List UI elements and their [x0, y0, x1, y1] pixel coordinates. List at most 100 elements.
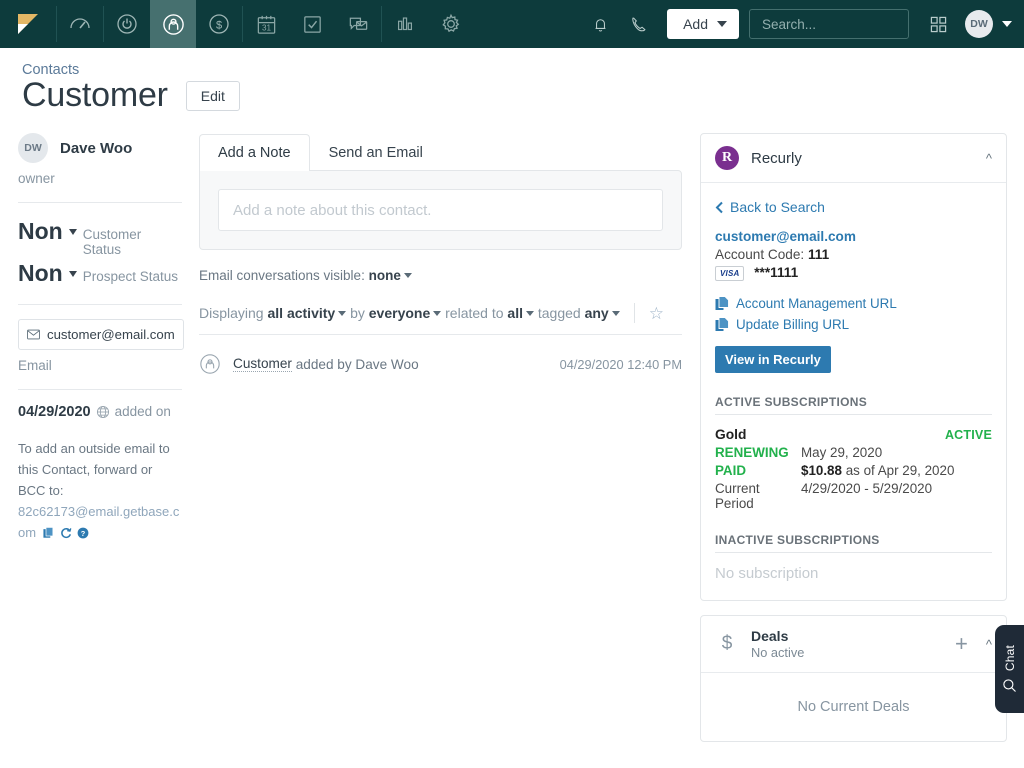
- chevron-down-icon[interactable]: [526, 311, 534, 316]
- recurly-card-header: R Recurly ^: [701, 134, 1006, 183]
- note-tabs: Add a Note Send an Email: [199, 133, 682, 170]
- renewing-label: RENEWING: [715, 445, 801, 460]
- global-search[interactable]: [749, 9, 909, 39]
- copy-document-icon: [715, 317, 729, 332]
- note-input[interactable]: Add a note about this contact.: [218, 189, 663, 231]
- paid-label: PAID: [715, 463, 801, 478]
- chevron-up-icon[interactable]: ^: [986, 638, 992, 651]
- divider: [18, 202, 182, 203]
- chevron-down-icon[interactable]: [69, 271, 77, 277]
- deals-card: $ Deals No active + ^ No Current Deals: [700, 615, 1007, 742]
- chat-search-icon: [1002, 678, 1017, 693]
- phone-icon[interactable]: [619, 0, 657, 48]
- tab-send-an-email[interactable]: Send an Email: [310, 134, 442, 171]
- leads-icon[interactable]: [104, 0, 150, 48]
- avatar[interactable]: DW: [965, 10, 993, 38]
- filter-tagged-label: tagged: [538, 305, 581, 321]
- nav-icon-group: $ 31: [0, 0, 474, 48]
- add-deal-plus-icon[interactable]: +: [955, 633, 968, 655]
- tasks-check-icon[interactable]: [289, 0, 335, 48]
- filter-displaying-label: Displaying: [199, 305, 264, 321]
- copy-icon[interactable]: [43, 527, 55, 539]
- filter-by-value[interactable]: everyone: [369, 305, 430, 321]
- star-outline-icon[interactable]: ☆: [649, 305, 664, 322]
- contact-avatar-icon: [199, 353, 221, 375]
- divider: [18, 389, 182, 390]
- recurly-account-email[interactable]: customer@email.com: [715, 229, 992, 244]
- activity-row: Customer added by Dave Woo 04/29/2020 12…: [199, 353, 682, 375]
- deals-card-header: $ Deals No active + ^: [701, 616, 1006, 673]
- filter-related-value[interactable]: all: [507, 305, 523, 321]
- chevron-down-icon[interactable]: [69, 229, 77, 235]
- email-field-label: Email: [18, 358, 182, 373]
- activity-subject-link[interactable]: Customer: [233, 356, 292, 372]
- chat-launcher[interactable]: Chat: [995, 625, 1024, 713]
- subscription-paid-row: PAID $10.88 as of Apr 29, 2020: [715, 463, 992, 478]
- renewing-date: May 29, 2020: [801, 445, 882, 460]
- apps-grid-icon[interactable]: [919, 0, 957, 48]
- deals-empty-state: No Current Deals: [701, 673, 1006, 741]
- page-body: DW Dave Woo owner Non Customer Status No…: [0, 115, 1024, 756]
- prospect-status-row[interactable]: Non Prospect Status: [18, 259, 182, 288]
- add-button[interactable]: Add: [667, 9, 739, 39]
- edit-button[interactable]: Edit: [186, 81, 240, 111]
- account-management-url-link[interactable]: Account Management URL: [715, 296, 992, 311]
- notifications-bell-icon[interactable]: [581, 0, 619, 48]
- prospect-status-label: Prospect Status: [83, 269, 178, 284]
- help-icon[interactable]: ?: [77, 527, 89, 539]
- subscription-renewing-row: RENEWING May 29, 2020: [715, 445, 992, 460]
- communication-icon[interactable]: [335, 0, 381, 48]
- owner-name[interactable]: Dave Woo: [60, 140, 132, 157]
- refresh-icon[interactable]: [60, 527, 72, 539]
- back-to-search-link[interactable]: Back to Search: [715, 199, 992, 215]
- email-conversations-value[interactable]: none: [369, 268, 401, 283]
- filter-tagged-value[interactable]: any: [585, 305, 609, 321]
- tab-add-a-note[interactable]: Add a Note: [199, 134, 310, 171]
- chevron-down-icon[interactable]: [404, 273, 412, 278]
- chevron-up-icon[interactable]: ^: [986, 152, 992, 165]
- chevron-down-icon[interactable]: [433, 311, 441, 316]
- added-on-label: added on: [115, 404, 171, 419]
- email-chip[interactable]: customer@email.com: [18, 319, 184, 350]
- user-menu-chevron-down-icon[interactable]: [1002, 21, 1012, 27]
- add-button-label: Add: [683, 16, 708, 32]
- contacts-icon[interactable]: [150, 0, 196, 48]
- filter-activity-value[interactable]: all activity: [267, 305, 335, 321]
- customer-status-row[interactable]: Non Customer Status: [18, 217, 182, 257]
- recurly-card: R Recurly ^ Back to Search customer@emai…: [700, 133, 1007, 601]
- chevron-down-icon[interactable]: [612, 311, 620, 316]
- brand-logo-icon[interactable]: [0, 0, 56, 48]
- account-code-label: Account Code:: [715, 247, 804, 262]
- paid-asof: as of Apr 29, 2020: [846, 463, 955, 478]
- prospect-status-value: Non: [18, 259, 63, 288]
- update-billing-url-label: Update Billing URL: [736, 317, 849, 332]
- deals-dollar-icon[interactable]: $: [196, 0, 242, 48]
- chevron-left-icon: [715, 201, 724, 214]
- recurly-logo-icon: R: [715, 146, 739, 170]
- customer-status-label: Customer Status: [83, 227, 182, 257]
- bcc-actions: ?: [43, 527, 89, 539]
- activity-panel: Add a Note Send an Email Add a note abou…: [182, 115, 682, 756]
- account-management-url-label: Account Management URL: [736, 296, 897, 311]
- nav-right-group: Add DW: [581, 0, 1024, 48]
- title-row: Customer Edit: [22, 76, 1024, 115]
- inactive-subscriptions-empty: No subscription: [715, 565, 992, 582]
- visa-logo-icon: VISA: [715, 266, 744, 281]
- dashboard-gauge-icon[interactable]: [57, 0, 103, 48]
- view-in-recurly-button[interactable]: View in Recurly: [715, 346, 831, 373]
- globe-icon: [96, 405, 110, 419]
- settings-gear-icon[interactable]: [428, 0, 474, 48]
- bcc-intro-text: To add an outside email to this Contact,…: [18, 441, 170, 498]
- update-billing-url-link[interactable]: Update Billing URL: [715, 317, 992, 332]
- current-period-label: Current Period: [715, 481, 801, 511]
- filter-related-label: related to: [445, 305, 503, 321]
- reports-bar-icon[interactable]: [382, 0, 428, 48]
- svg-text:31: 31: [261, 23, 271, 32]
- paid-amount: $10.88: [801, 463, 842, 478]
- back-to-search-label: Back to Search: [730, 199, 825, 215]
- copy-document-icon: [715, 296, 729, 311]
- envelope-icon: [27, 328, 40, 341]
- chevron-down-icon[interactable]: [338, 311, 346, 316]
- search-input[interactable]: [760, 16, 941, 33]
- calendar-icon[interactable]: 31: [243, 0, 289, 48]
